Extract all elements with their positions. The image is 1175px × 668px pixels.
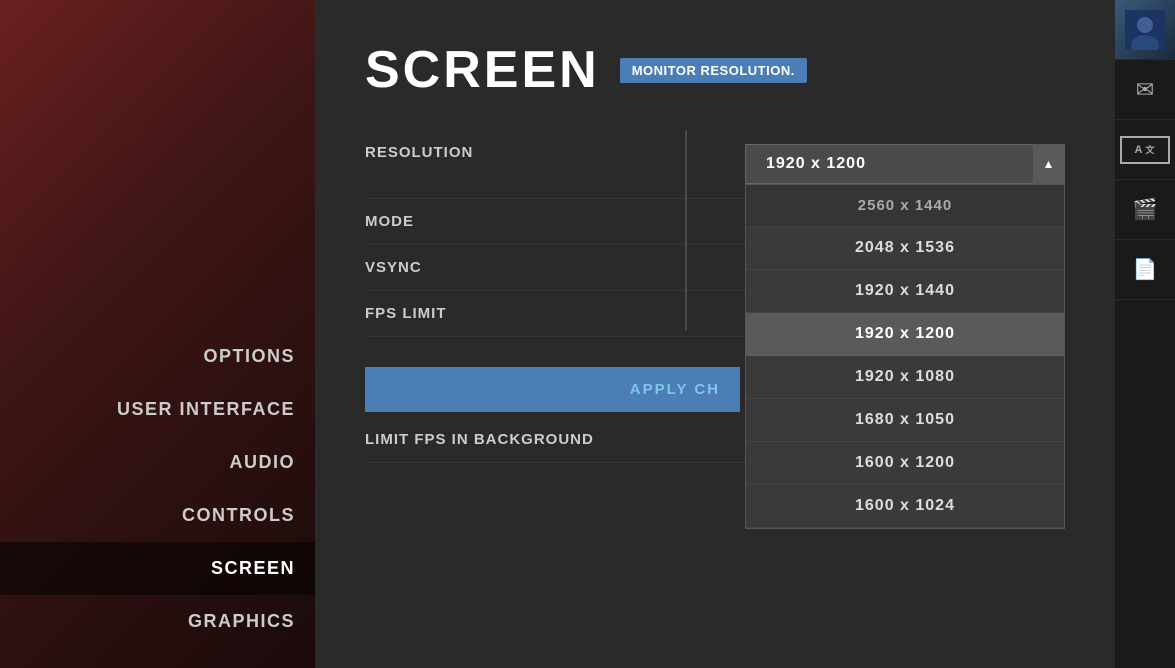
avatar-icon bbox=[1125, 10, 1165, 50]
resolution-option-3[interactable]: 1920 x 1200 bbox=[746, 313, 1064, 356]
avatar-button[interactable] bbox=[1115, 0, 1175, 60]
resolution-select-container: 1920 x 1200 ▲ 2560 x 1440 2048 x 1536 19… bbox=[745, 144, 1065, 184]
sidebar-item-screen[interactable]: SCREEN bbox=[0, 542, 315, 595]
sidebar-item-options[interactable]: OPTIONS bbox=[0, 330, 315, 383]
resolution-option-0[interactable]: 2560 x 1440 bbox=[746, 185, 1064, 227]
translate-button[interactable]: A 文 bbox=[1115, 120, 1175, 180]
page-title: SCREEN bbox=[365, 40, 600, 100]
resolution-selected-value: 1920 x 1200 bbox=[766, 155, 866, 173]
mode-label: MODE bbox=[365, 213, 745, 230]
resolution-option-4[interactable]: 1920 x 1080 bbox=[746, 356, 1064, 399]
document-icon: 📄 bbox=[1133, 257, 1158, 282]
settings-list: RESOLUTION 1920 x 1200 ▲ 2560 x 1440 204… bbox=[365, 130, 1065, 337]
vsync-label: VSYNC bbox=[365, 259, 745, 276]
mail-icon: ✉ bbox=[1136, 77, 1154, 103]
resolution-option-6[interactable]: 1600 x 1200 bbox=[746, 442, 1064, 485]
resolution-option-2[interactable]: 1920 x 1440 bbox=[746, 270, 1064, 313]
fps-limit-label: FPS LIMIT bbox=[365, 305, 745, 322]
translate-icon: A 文 bbox=[1120, 136, 1170, 164]
camera-button[interactable]: 🎬 bbox=[1115, 180, 1175, 240]
mail-button[interactable]: ✉ bbox=[1115, 60, 1175, 120]
vertical-divider bbox=[685, 130, 687, 330]
resolution-control: 1920 x 1200 ▲ 2560 x 1440 2048 x 1536 19… bbox=[745, 144, 1065, 184]
sidebar-item-graphics[interactable]: GRAPHICS bbox=[0, 595, 315, 648]
resolution-label: RESOLUTION bbox=[365, 144, 745, 161]
page-title-row: SCREEN Monitor resolution. bbox=[365, 40, 1065, 100]
apply-changes-button[interactable]: APPLY CH bbox=[365, 367, 740, 412]
resolution-dropdown[interactable]: 1920 x 1200 ▲ bbox=[745, 144, 1065, 184]
tooltip-badge: Monitor resolution. bbox=[620, 58, 807, 83]
limit-fps-bg-label: LIMIT FPS IN BACKGROUND bbox=[365, 431, 745, 448]
sidebar-nav: OPTIONS USER INTERFACE AUDIO CONTROLS SC… bbox=[0, 330, 315, 648]
resolution-option-1[interactable]: 2048 x 1536 bbox=[746, 227, 1064, 270]
avatar-image bbox=[1115, 0, 1175, 60]
sidebar-item-controls[interactable]: CONTROLS bbox=[0, 489, 315, 542]
main-content: SCREEN Monitor resolution. RESOLUTION 19… bbox=[315, 0, 1115, 668]
document-button[interactable]: 📄 bbox=[1115, 240, 1175, 300]
sidebar-item-audio[interactable]: AUDIO bbox=[0, 436, 315, 489]
camera-icon: 🎬 bbox=[1133, 197, 1158, 222]
dropdown-arrow-icon[interactable]: ▲ bbox=[1033, 144, 1065, 184]
resolution-dropdown-list[interactable]: 2560 x 1440 2048 x 1536 1920 x 1440 1920… bbox=[745, 184, 1065, 529]
resolution-option-7[interactable]: 1600 x 1024 bbox=[746, 485, 1064, 528]
right-sidebar: ✉ A 文 🎬 📄 bbox=[1115, 0, 1175, 668]
sidebar-item-user-interface[interactable]: USER INTERFACE bbox=[0, 383, 315, 436]
left-sidebar: OPTIONS USER INTERFACE AUDIO CONTROLS SC… bbox=[0, 0, 315, 668]
resolution-option-5[interactable]: 1680 x 1050 bbox=[746, 399, 1064, 442]
setting-row-resolution: RESOLUTION 1920 x 1200 ▲ 2560 x 1440 204… bbox=[365, 130, 1065, 199]
